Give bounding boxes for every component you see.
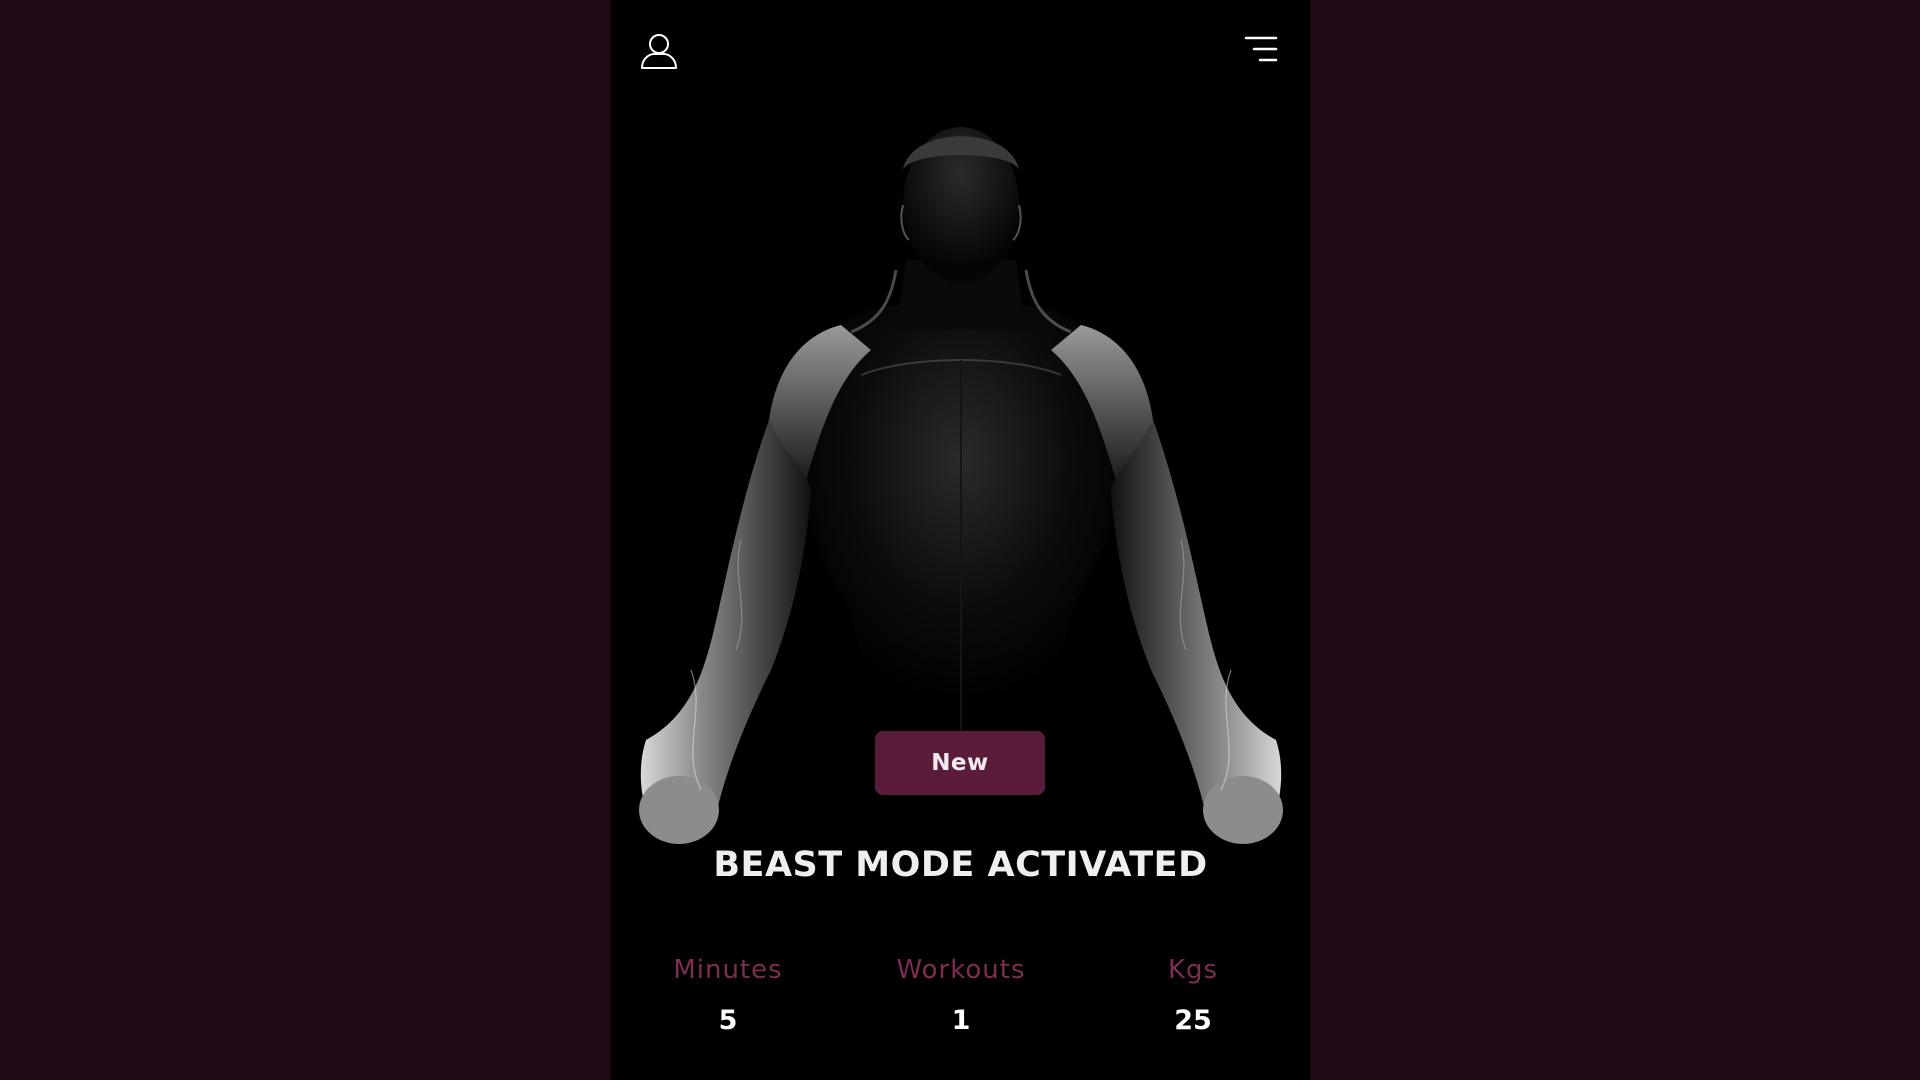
stat-workouts: Workouts 1 <box>861 955 1061 1036</box>
new-button[interactable]: New <box>875 731 1045 795</box>
stat-label: Workouts <box>896 955 1026 985</box>
menu-button[interactable] <box>1242 34 1278 64</box>
stat-minutes: Minutes 5 <box>628 955 828 1036</box>
hamburger-menu-icon <box>1244 36 1278 62</box>
headline-title: BEAST MODE ACTIVATED <box>713 845 1208 885</box>
hero-image <box>639 127 1283 844</box>
stat-label: Minutes <box>673 955 783 985</box>
top-bar <box>611 0 1310 100</box>
page-background: New BEAST MODE ACTIVATED Minutes 5 Worko… <box>0 0 1920 1080</box>
stat-value: 1 <box>951 1005 971 1036</box>
stat-value: 25 <box>1174 1005 1212 1036</box>
stats-row: Minutes 5 Workouts 1 Kgs 25 <box>611 955 1310 1055</box>
profile-button[interactable] <box>638 30 680 72</box>
app-screen: New BEAST MODE ACTIVATED Minutes 5 Worko… <box>611 0 1310 1080</box>
user-outline-icon <box>641 34 677 69</box>
stat-label: Kgs <box>1167 955 1219 985</box>
stat-kgs: Kgs 25 <box>1093 955 1293 1036</box>
stat-value: 5 <box>718 1005 738 1036</box>
